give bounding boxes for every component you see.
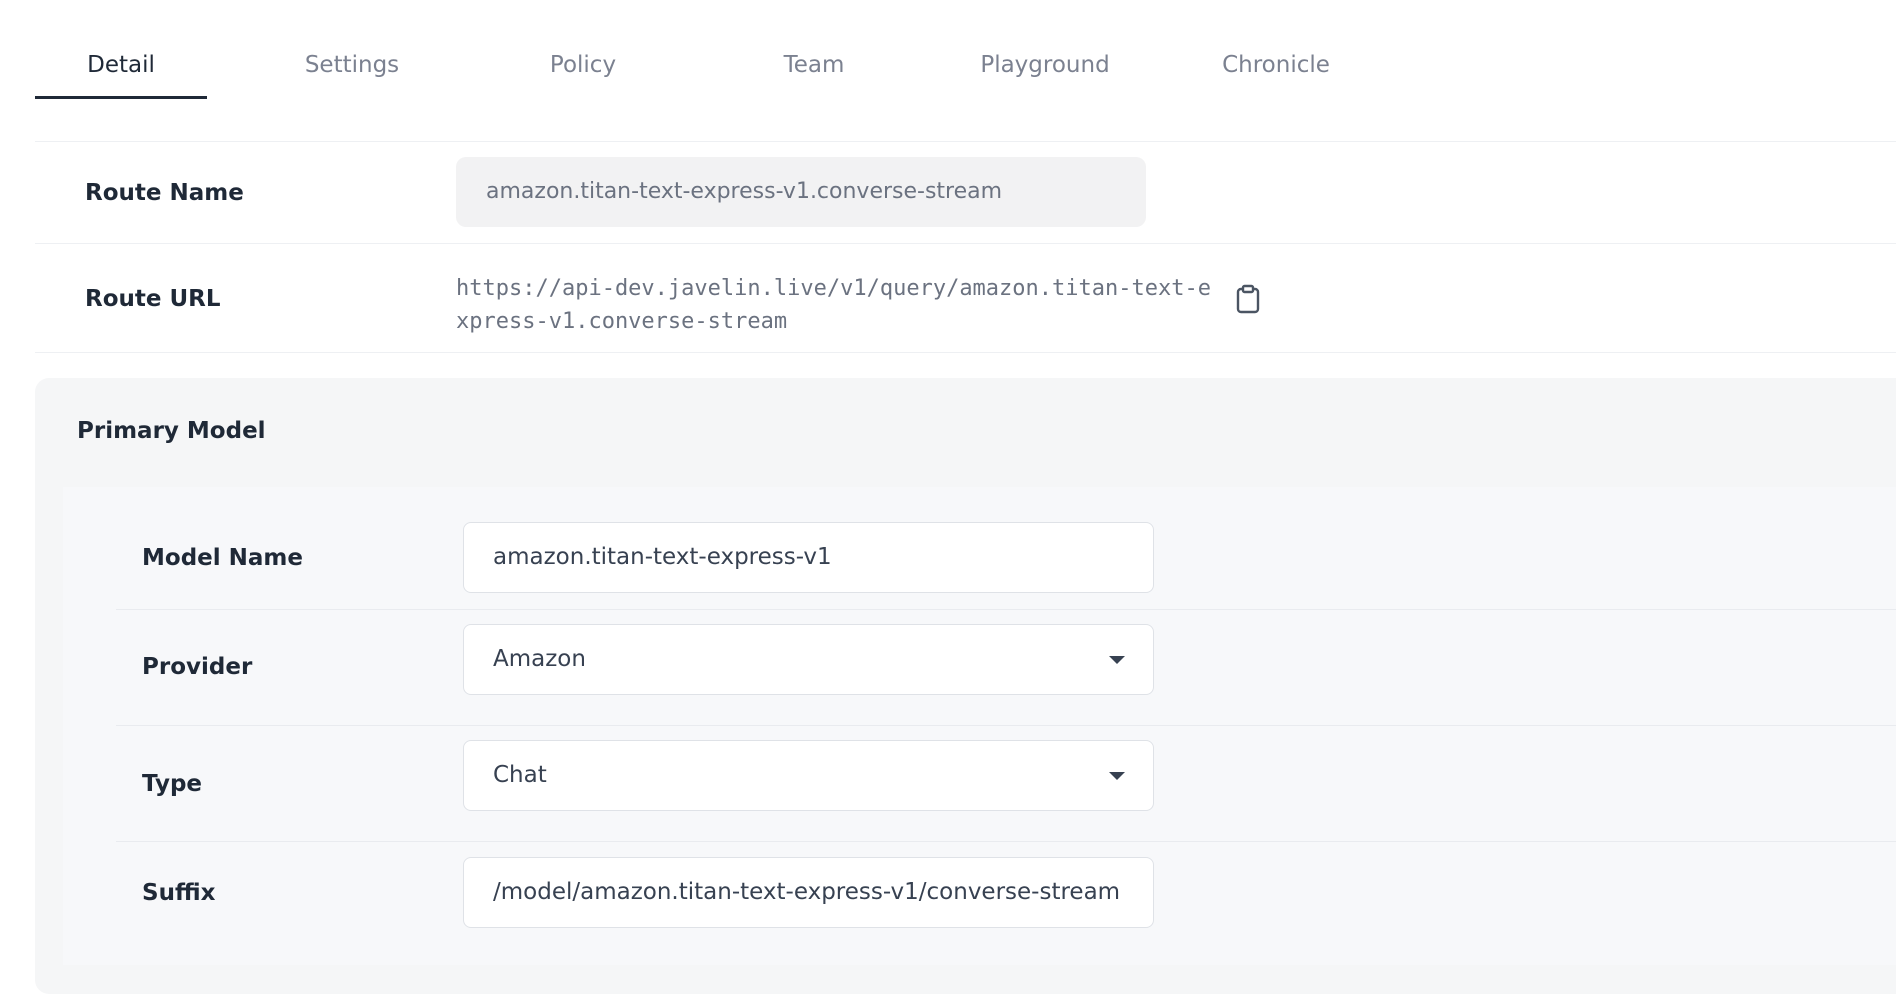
tab-bar: Detail Settings Policy Team Playground C… — [35, 44, 1362, 99]
primary-model-title: Primary Model — [77, 418, 266, 444]
tab-detail[interactable]: Detail — [35, 44, 207, 99]
tab-policy[interactable]: Policy — [497, 44, 669, 99]
route-name-label: Route Name — [85, 180, 244, 206]
route-name-field: amazon.titan-text-express-v1.converse-st… — [456, 157, 1146, 227]
tab-settings[interactable]: Settings — [266, 44, 438, 99]
type-select[interactable]: Chat — [463, 740, 1154, 811]
provider-select[interactable]: Amazon — [463, 624, 1154, 695]
clipboard-icon[interactable] — [1234, 284, 1262, 314]
provider-value: Amazon — [493, 646, 586, 672]
route-detail-page: Detail Settings Policy Team Playground C… — [0, 0, 1896, 1002]
divider — [116, 841, 1896, 842]
chevron-down-icon — [1109, 772, 1125, 780]
divider — [35, 141, 1896, 142]
type-value: Chat — [493, 762, 547, 788]
model-name-input[interactable]: amazon.titan-text-express-v1 — [463, 522, 1154, 593]
model-name-label: Model Name — [142, 545, 303, 571]
provider-label: Provider — [142, 654, 253, 680]
tab-playground[interactable]: Playground — [959, 44, 1131, 99]
divider — [35, 243, 1896, 244]
route-url-value: https://api-dev.javelin.live/v1/query/am… — [456, 276, 1211, 334]
type-label: Type — [142, 771, 203, 797]
divider — [116, 609, 1896, 610]
tab-chronicle[interactable]: Chronicle — [1190, 44, 1362, 99]
tab-team[interactable]: Team — [728, 44, 900, 99]
divider — [116, 725, 1896, 726]
chevron-down-icon — [1109, 656, 1125, 664]
route-url-label: Route URL — [85, 286, 221, 312]
suffix-label: Suffix — [142, 880, 216, 906]
divider — [35, 352, 1896, 353]
suffix-input[interactable]: /model/amazon.titan-text-express-v1/conv… — [463, 857, 1154, 928]
